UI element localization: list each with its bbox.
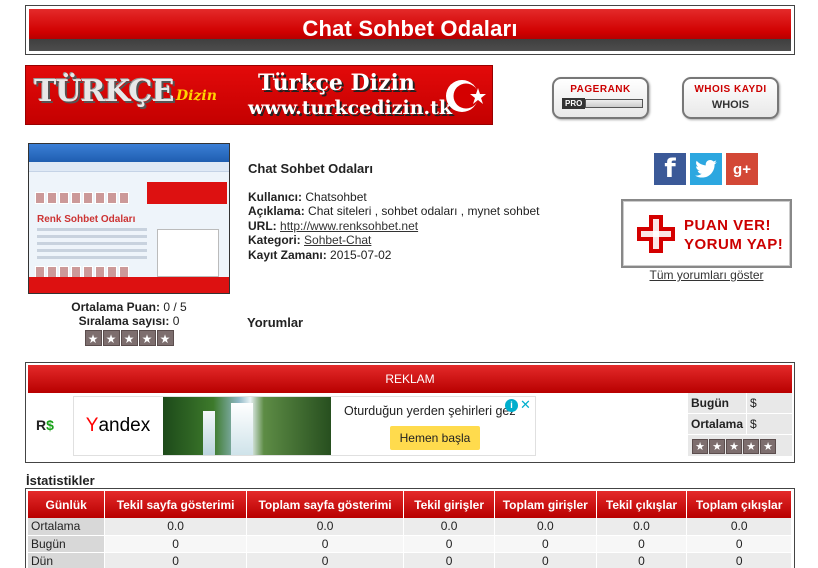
rate-comment-button[interactable]: PUAN VER! YORUM YAP!: [621, 199, 792, 268]
url-label: URL:: [248, 218, 277, 233]
stats-col-header: Günlük: [28, 491, 106, 518]
star-icon[interactable]: ★: [102, 330, 120, 346]
show-all-comments-link[interactable]: Tüm yorumları göster: [621, 268, 792, 282]
ad-text: Oturduğun yerden şehirleri gez: [344, 404, 516, 418]
star-icon[interactable]: ★: [84, 330, 102, 346]
banner-logo: TÜRKÇE: [34, 74, 174, 109]
stats-header-row: Günlük Tekil sayfa gösterimi Toplam sayf…: [28, 491, 792, 518]
stats-col-header: Toplam girişler: [494, 491, 597, 518]
ad-stat-row: Bugün $: [688, 393, 792, 414]
stats-table: Günlük Tekil sayfa gösterimi Toplam sayf…: [28, 491, 792, 568]
star-icon[interactable]: ★: [692, 439, 708, 454]
stats-col-header: Tekil sayfa gösterimi: [104, 491, 247, 518]
yandex-ad[interactable]: Yandex Oturduğun yerden şehirleri gez He…: [73, 396, 536, 456]
banner-title: Türkçe Dizin: [258, 70, 415, 96]
thumb-topbar: [29, 144, 229, 162]
dollar-icon: $: [46, 417, 54, 433]
whois-label: WHOIS KAYDI: [694, 84, 767, 95]
header-frame: Chat Sohbet Odaları: [25, 5, 795, 55]
pagerank-bar: PRO: [562, 98, 647, 109]
avg-rating-value: 0 / 5: [163, 300, 187, 314]
ad-info-icon[interactable]: i: [505, 399, 518, 412]
thumb-faces: [35, 192, 129, 204]
currency-label: R$: [36, 417, 54, 433]
desc-label: Açıklama:: [248, 204, 305, 218]
turkish-flag-icon: [446, 80, 486, 112]
avg-rating-label: Ortalama Puan:: [71, 300, 160, 314]
pagerank-badge[interactable]: PAGERANK PRO: [552, 77, 649, 119]
pagerank-label: PAGERANK: [570, 84, 631, 95]
ad-stats: Bugün $ Ortalama $ ★ ★ ★ ★ ★: [688, 393, 792, 456]
table-row: Dün 0 0 0 0 0 0: [28, 552, 792, 568]
thumb-nav: [29, 162, 229, 172]
date-value: 2015-07-02: [330, 247, 392, 262]
rank-count-value: 0: [172, 314, 180, 328]
turkce-dizin-banner[interactable]: TÜRKÇE Dizin Türkçe Dizin www.turkcedizi…: [25, 65, 493, 125]
site-url-link[interactable]: http://www.renksohbet.net: [280, 219, 418, 233]
stats-table-frame: Günlük Tekil sayfa gösterimi Toplam sayf…: [25, 488, 795, 568]
stats-col-header: Tekil çıkışlar: [596, 491, 688, 518]
stats-col-header: Toplam çıkışlar: [686, 491, 792, 518]
stats-col-header: Toplam sayfa gösterimi: [246, 491, 405, 518]
ad-star-rating[interactable]: ★ ★ ★ ★ ★: [688, 435, 792, 456]
star-icon[interactable]: ★: [743, 439, 759, 454]
rank-count-label: Sıralama sayısı:: [78, 314, 170, 328]
star-rating[interactable]: ★ ★ ★ ★ ★: [84, 330, 174, 346]
banner-logo-sub: Dizin: [176, 88, 217, 104]
thumb-login-box: [157, 229, 219, 277]
stats-col-header: Tekil girişler: [403, 491, 495, 518]
rating-summary: Ortalama Puan: 0 / 5 Sıralama sayısı: 0 …: [28, 300, 230, 346]
stats-heading: İstatistikler: [26, 473, 95, 488]
googleplus-icon[interactable]: g+: [726, 153, 758, 185]
star-icon[interactable]: ★: [760, 439, 776, 454]
pagerank-pro: PRO: [562, 98, 586, 109]
whois-badge[interactable]: WHOIS KAYDI WHOIS: [682, 77, 779, 119]
pagerank-track: [585, 99, 644, 108]
user-label: Kullanıcı:: [248, 189, 303, 204]
thumb-red-box: [147, 182, 227, 204]
header-bar: Chat Sohbet Odaları: [29, 9, 791, 51]
ad-header: REKLAM: [28, 365, 792, 393]
star-icon[interactable]: ★: [156, 330, 174, 346]
rate-label: PUAN VER!: [684, 217, 772, 234]
table-row: Bugün 0 0 0 0 0 0: [28, 535, 792, 553]
twitter-icon[interactable]: [690, 153, 722, 185]
star-icon[interactable]: ★: [120, 330, 138, 346]
ad-stat-row: Ortalama $: [688, 414, 792, 435]
site-info: Chat Sohbet Odaları Kullanıcı: Chatsohbe…: [248, 161, 540, 262]
ad-cta-button[interactable]: Hemen başla: [390, 426, 480, 450]
page-title: Chat Sohbet Odaları: [302, 16, 518, 41]
ad-close-icon[interactable]: ✕: [519, 398, 532, 411]
thumb-text-lines: [37, 228, 147, 263]
desc-value: Chat siteleri , sohbet odaları , mynet s…: [308, 204, 540, 218]
yandex-logo: Yandex: [85, 415, 151, 436]
ad-section: REKLAM R$ Yandex Oturduğun yerden şehirl…: [25, 362, 795, 463]
category-label: Kategori:: [248, 233, 301, 247]
star-icon[interactable]: ★: [726, 439, 742, 454]
thumb-footer: [29, 277, 229, 293]
banner-url: www.turkcedizin.tk: [248, 97, 453, 119]
waterfall-image: [163, 397, 331, 455]
facebook-icon[interactable]: f: [654, 153, 686, 185]
star-icon[interactable]: ★: [709, 439, 725, 454]
site-thumbnail[interactable]: Renk Sohbet Odaları: [28, 143, 230, 294]
category-link[interactable]: Sohbet-Chat: [304, 233, 371, 247]
comment-label: YORUM YAP!: [684, 236, 784, 253]
thumb-title: Renk Sohbet Odaları: [37, 214, 136, 225]
ad-body: R$ Yandex Oturduğun yerden şehirleri gez…: [28, 393, 792, 458]
red-cross-icon: [637, 215, 675, 253]
date-label: Kayıt Zamanı:: [248, 247, 327, 262]
whois-logo: WHOIS: [711, 99, 750, 111]
star-icon[interactable]: ★: [138, 330, 156, 346]
user-value: Chatsohbet: [305, 189, 367, 204]
table-row: Ortalama 0.0 0.0 0.0 0.0 0.0 0.0: [28, 518, 792, 536]
comments-heading: Yorumlar: [247, 315, 304, 330]
site-title: Chat Sohbet Odaları: [248, 161, 373, 176]
